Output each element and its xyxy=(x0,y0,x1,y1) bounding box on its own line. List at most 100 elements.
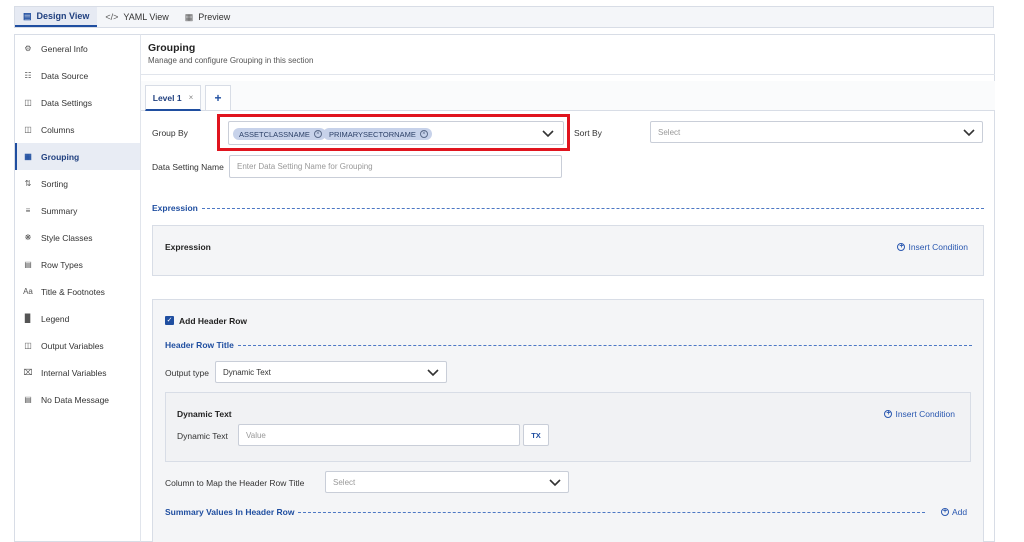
sidebar-item-label: Summary xyxy=(41,205,78,216)
sidebar-item-label: Grouping xyxy=(41,151,80,162)
insert-condition-label: Insert Condition xyxy=(908,242,968,252)
dynamic-text-title: Dynamic Text xyxy=(177,409,232,419)
add-level-button[interactable]: + xyxy=(205,85,231,111)
page-title: Grouping xyxy=(148,42,196,54)
dynamic-text-box: Dynamic Text + Insert Condition Dynamic … xyxy=(165,392,971,462)
data-setting-name-label: Data Setting Name xyxy=(152,162,224,172)
group-by-label: Group By xyxy=(152,128,188,138)
tab-level-1[interactable]: Level 1 × xyxy=(145,85,201,111)
sidebar-item-title-footnotes[interactable]: Aa Title & Footnotes xyxy=(15,278,140,305)
document-icon: ▤ xyxy=(23,10,32,21)
add-summary-button[interactable]: + Add xyxy=(941,507,967,517)
sidebar-item-label: Columns xyxy=(41,124,75,135)
data-setting-name-placeholder: Enter Data Setting Name for Grouping xyxy=(237,162,373,171)
sidebar-item-no-data-message[interactable]: ▤ No Data Message xyxy=(15,386,140,413)
columns-icon: ◫ xyxy=(24,125,32,134)
sidebar-item-legend[interactable]: ▉ Legend xyxy=(15,305,140,332)
data-setting-name-input[interactable]: Enter Data Setting Name for Grouping xyxy=(229,155,562,178)
page-subtitle: Manage and configure Grouping in this se… xyxy=(148,56,314,65)
sidebar-item-label: Row Types xyxy=(41,259,83,270)
insert-condition-label: Insert Condition xyxy=(895,409,955,419)
tab-label: YAML View xyxy=(123,12,169,22)
sidebar-item-grouping[interactable]: ▦ Grouping xyxy=(15,143,140,170)
sidebar-item-columns[interactable]: ◫ Columns xyxy=(15,116,140,143)
sidebar-item-data-settings[interactable]: ◫ Data Settings xyxy=(15,89,140,116)
sidebar-item-internal-variables[interactable]: ⌧ Internal Variables xyxy=(15,359,140,386)
sort-by-label: Sort By xyxy=(574,128,602,138)
dynamic-text-label: Dynamic Text xyxy=(177,431,228,441)
header-row-title-section: Header Row Title xyxy=(165,340,972,350)
divider xyxy=(141,74,995,75)
close-icon[interactable]: × xyxy=(189,93,194,102)
sort-icon: ⇅ xyxy=(24,179,32,188)
gear-icon: ⚙ xyxy=(24,44,32,53)
output-icon: ◫ xyxy=(24,341,32,350)
sidebar-item-label: Internal Variables xyxy=(41,367,107,378)
preview-icon: ▦ xyxy=(184,11,194,22)
level-tabs: Level 1 × + xyxy=(141,81,995,111)
grouping-icon: ▦ xyxy=(24,152,32,161)
tab-yaml-view[interactable]: </> YAML View xyxy=(97,7,176,27)
add-header-row-checkbox[interactable]: ✓ xyxy=(165,316,174,325)
palette-icon: ❋ xyxy=(24,233,32,242)
sidebar-item-label: Output Variables xyxy=(41,340,104,351)
chevron-down-icon[interactable] xyxy=(426,368,440,378)
text-icon: Aa xyxy=(23,287,33,296)
plus-circle-icon: + xyxy=(897,243,906,251)
plus-circle-icon: + xyxy=(884,410,893,418)
tab-design-view[interactable]: ▤ Design View xyxy=(15,7,98,27)
expression-section: Expression xyxy=(152,203,984,213)
section-title: Header Row Title xyxy=(165,340,234,350)
sidebar-item-label: Data Settings xyxy=(41,97,93,108)
sidebar-item-label: Data Source xyxy=(41,70,89,81)
legend-icon: ▉ xyxy=(24,314,32,323)
sidebar-item-label: Legend xyxy=(41,313,70,324)
row-types-icon: ▤ xyxy=(24,260,32,269)
highlight-box xyxy=(217,114,570,151)
tx-button[interactable]: TX xyxy=(523,424,549,446)
sidebar-item-row-types[interactable]: ▤ Row Types xyxy=(15,251,140,278)
tab-label: Preview xyxy=(198,12,231,22)
insert-condition-button[interactable]: + Insert Condition xyxy=(884,409,955,419)
sidebar-item-label: Style Classes xyxy=(41,232,93,243)
view-tabs: ▤ Design View </> YAML View ▦ Preview xyxy=(14,6,994,28)
sidebar-item-label: Title & Footnotes xyxy=(41,286,105,297)
dynamic-text-input[interactable]: Value xyxy=(238,424,520,446)
main-panel: Grouping Manage and configure Grouping i… xyxy=(141,34,995,542)
chevron-down-icon[interactable] xyxy=(548,478,562,488)
column-map-select[interactable]: Select xyxy=(325,471,569,493)
sidebar-item-output-variables[interactable]: ◫ Output Variables xyxy=(15,332,140,359)
code-icon: </> xyxy=(105,12,119,22)
sort-by-placeholder: Select xyxy=(658,128,681,137)
sidebar-item-sorting[interactable]: ⇅ Sorting xyxy=(15,170,140,197)
tab-preview[interactable]: ▦ Preview xyxy=(177,7,239,27)
header-row-box: ✓ Add Header Row Header Row Title Output… xyxy=(152,299,984,542)
sidebar-item-label: No Data Message xyxy=(41,394,110,405)
data-settings-icon: ◫ xyxy=(24,98,32,107)
expression-box-title: Expression xyxy=(165,242,211,252)
sidebar-item-label: Sorting xyxy=(41,178,68,189)
output-type-label: Output type xyxy=(165,368,209,378)
tab-label: Design View xyxy=(36,11,90,21)
section-title: Summary Values In Header Row xyxy=(165,507,295,517)
sidebar-item-data-source[interactable]: ☷ Data Source xyxy=(15,62,140,89)
output-type-select[interactable]: Dynamic Text xyxy=(215,361,447,383)
section-title: Expression xyxy=(152,203,198,213)
column-map-label: Column to Map the Header Row Title xyxy=(165,478,305,488)
database-icon: ☷ xyxy=(24,71,32,80)
summary-values-section: Summary Values In Header Row xyxy=(165,507,925,517)
sidebar: ⚙ General Info ☷ Data Source ◫ Data Setting… xyxy=(14,34,141,542)
sidebar-item-label: General Info xyxy=(41,43,88,54)
add-header-row-label: Add Header Row xyxy=(179,316,248,326)
tab-label: Level 1 xyxy=(152,92,182,103)
chevron-down-icon[interactable] xyxy=(962,128,976,138)
sidebar-item-general-info[interactable]: ⚙ General Info xyxy=(15,35,140,62)
sort-by-select[interactable]: Select xyxy=(650,121,983,143)
variables-icon: ⌧ xyxy=(23,368,33,377)
sidebar-item-style-classes[interactable]: ❋ Style Classes xyxy=(15,224,140,251)
column-map-placeholder: Select xyxy=(333,478,356,487)
insert-condition-button[interactable]: + Insert Condition xyxy=(897,242,968,252)
dynamic-text-placeholder: Value xyxy=(246,431,266,440)
sidebar-item-summary[interactable]: ≡ Summary xyxy=(15,197,140,224)
list-icon: ≡ xyxy=(25,206,31,215)
